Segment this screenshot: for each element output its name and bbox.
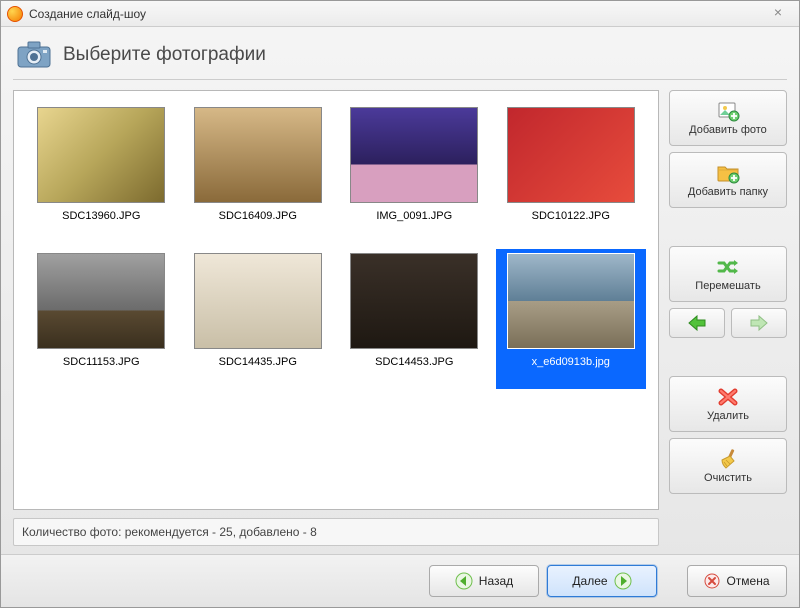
thumb-filename: SDC14453.JPG: [371, 355, 457, 369]
thumb-image: [350, 107, 478, 203]
add-folder-button[interactable]: Добавить папку: [669, 152, 787, 208]
button-label: Добавить папку: [688, 186, 768, 198]
photo-thumb[interactable]: IMG_0091.JPG: [339, 103, 490, 243]
page-header: Выберите фотографии: [13, 37, 787, 80]
thumb-filename: SDC14435.JPG: [215, 355, 301, 369]
arrow-left-circle-icon: [455, 572, 473, 590]
titlebar: Создание слайд-шоу ×: [1, 1, 799, 27]
arrow-right-circle-icon: [614, 572, 632, 590]
back-button[interactable]: Назад: [429, 565, 539, 597]
thumb-image: [194, 253, 322, 349]
sidebar: Добавить фото Добавить папку: [669, 90, 787, 546]
move-left-button[interactable]: [669, 308, 725, 338]
add-photo-icon: [716, 100, 740, 122]
button-label: Назад: [479, 574, 513, 588]
broom-icon: [716, 448, 740, 470]
arrow-right-icon: [748, 314, 770, 332]
shuffle-button[interactable]: Перемешать: [669, 246, 787, 302]
photo-thumb[interactable]: SDC13960.JPG: [26, 103, 177, 243]
button-label: Добавить фото: [689, 124, 767, 136]
thumb-image: [194, 107, 322, 203]
photo-thumb[interactable]: SDC11153.JPG: [26, 249, 177, 389]
close-button[interactable]: ×: [765, 4, 791, 20]
thumb-filename: SDC13960.JPG: [58, 209, 144, 223]
thumb-filename: SDC16409.JPG: [215, 209, 301, 223]
status-text: Количество фото: рекомендуется - 25, доб…: [13, 518, 659, 546]
thumb-filename: SDC10122.JPG: [528, 209, 614, 223]
clear-button[interactable]: Очистить: [669, 438, 787, 494]
arrow-left-icon: [686, 314, 708, 332]
shuffle-icon: [716, 256, 740, 278]
thumb-filename: SDC11153.JPG: [59, 355, 144, 369]
content-area: Выберите фотографии SDC13960.JPG SDC1640…: [1, 27, 799, 554]
thumb-image: [37, 253, 165, 349]
photo-thumb[interactable]: SDC10122.JPG: [496, 103, 647, 243]
cancel-icon: [704, 573, 720, 589]
button-label: Очистить: [704, 472, 752, 484]
app-icon: [7, 6, 23, 22]
photo-thumb[interactable]: SDC14435.JPG: [183, 249, 334, 389]
button-label: Далее: [572, 574, 607, 588]
add-photo-button[interactable]: Добавить фото: [669, 90, 787, 146]
main-layout: SDC13960.JPG SDC16409.JPG IMG_0091.JPG S…: [13, 80, 787, 546]
window-title: Создание слайд-шоу: [29, 7, 146, 21]
button-label: Отмена: [726, 574, 769, 588]
photo-thumb[interactable]: x_e6d0913b.jpg: [496, 249, 647, 389]
thumb-image: [507, 253, 635, 349]
delete-icon: [716, 386, 740, 408]
photo-thumb[interactable]: SDC14453.JPG: [339, 249, 490, 389]
next-button[interactable]: Далее: [547, 565, 657, 597]
photo-gallery[interactable]: SDC13960.JPG SDC16409.JPG IMG_0091.JPG S…: [13, 90, 659, 510]
thumb-image: [37, 107, 165, 203]
camera-icon: [17, 41, 51, 69]
photo-thumb[interactable]: SDC16409.JPG: [183, 103, 334, 243]
move-right-button[interactable]: [731, 308, 787, 338]
wizard-footer: Назад Далее Отмена: [1, 554, 799, 607]
thumb-image: [350, 253, 478, 349]
thumb-filename: x_e6d0913b.jpg: [528, 355, 614, 369]
wizard-window: Создание слайд-шоу × Выберите фотографии…: [0, 0, 800, 608]
reorder-row: [669, 308, 787, 338]
folder-icon: [716, 162, 740, 184]
page-title: Выберите фотографии: [63, 44, 266, 66]
thumb-filename: IMG_0091.JPG: [372, 209, 456, 223]
left-column: SDC13960.JPG SDC16409.JPG IMG_0091.JPG S…: [13, 90, 659, 546]
delete-button[interactable]: Удалить: [669, 376, 787, 432]
cancel-button[interactable]: Отмена: [687, 565, 787, 597]
thumb-image: [507, 107, 635, 203]
button-label: Удалить: [707, 410, 749, 422]
button-label: Перемешать: [695, 280, 760, 292]
